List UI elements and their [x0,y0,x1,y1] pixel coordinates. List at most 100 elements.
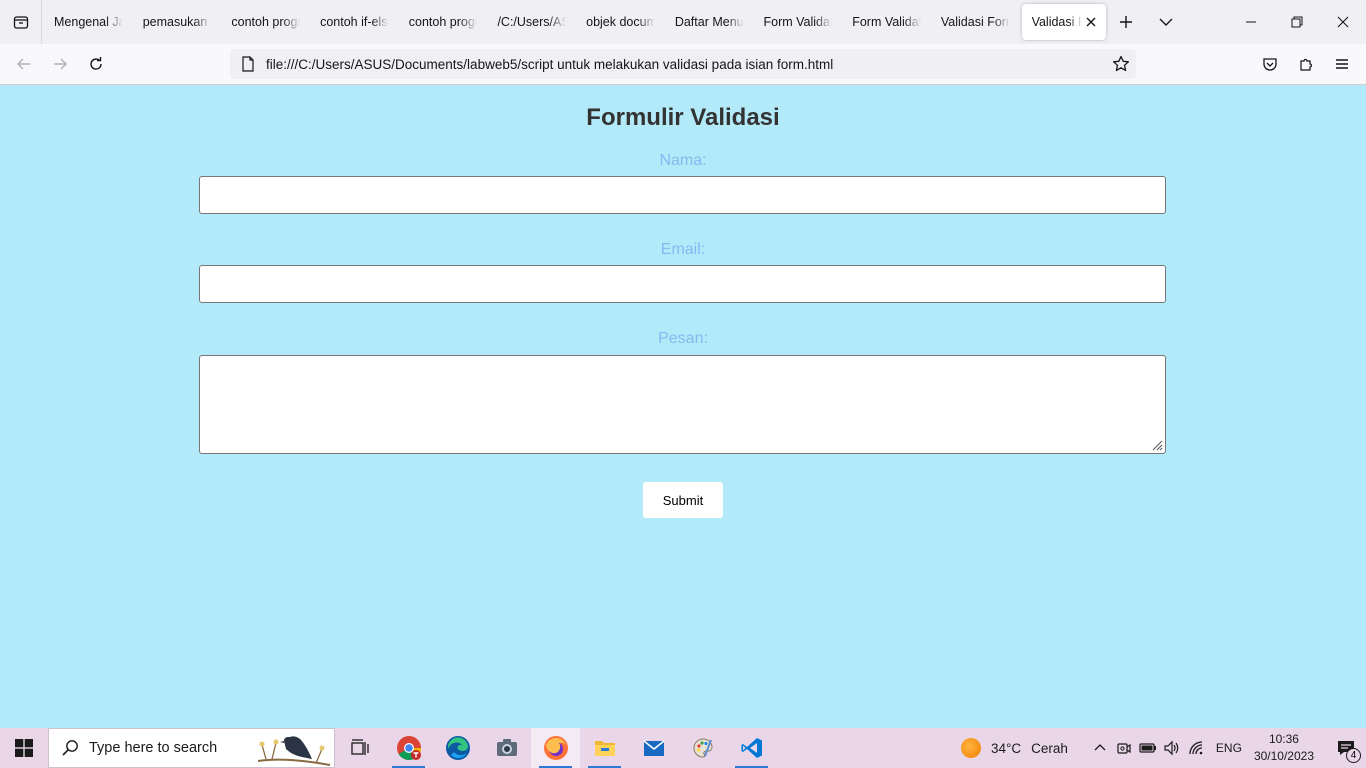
edge-app-button[interactable] [433,728,482,768]
browser-tab[interactable]: Daftar Menu [665,4,754,40]
tab-label: contoh if-else [320,15,389,29]
battery-icon [1139,743,1156,753]
input-language[interactable]: ENG [1216,741,1242,755]
browser-tab[interactable]: Form Validation [754,4,843,40]
browser-tab[interactable]: pemasukan data [133,4,222,40]
browser-tab-active[interactable]: Validasi Form [1021,4,1106,40]
tab-label: pemasukan data [142,15,212,29]
close-icon [1337,16,1349,28]
sun-icon [960,738,981,758]
pocket-button[interactable] [1252,48,1288,80]
hamburger-menu-icon [1336,59,1348,69]
tab-label: Validasi Form [1031,15,1082,29]
extensions-button[interactable] [1288,48,1324,80]
windows-logo-icon [15,739,33,757]
camera-icon [496,739,517,756]
navigation-toolbar: file:///C:/Users/ASUS/Documents/labweb5/… [0,44,1366,85]
tab-overview-icon [13,16,28,29]
tab-list: Mengenal JavaScript pemasukan data conto… [42,0,1106,44]
tab-label: objek document [586,15,655,29]
plus-icon [1119,16,1132,28]
resize-grip-icon[interactable] [1151,439,1163,451]
task-view-button[interactable] [335,728,384,768]
email-label: Email: [660,241,706,258]
firefox-app-button[interactable] [531,728,580,768]
system-tray: 34°C Cerah ENG 10:36 30/10/2023 4 [960,728,1366,768]
browser-tab[interactable]: /C:/Users/ASUS [487,4,576,40]
puzzle-icon [1300,58,1313,71]
windows-taskbar: Type here to search 34°C Cerah ENG 10:36… [0,728,1366,768]
notification-center-button[interactable]: 4 [1326,728,1366,768]
notification-count-badge: 4 [1346,748,1361,763]
nama-label: Nama: [659,152,707,169]
network-button[interactable] [1184,728,1208,768]
vscode-app-button[interactable] [727,728,776,768]
new-tab-button[interactable] [1106,0,1146,44]
chrome-icon [396,736,421,761]
clock[interactable]: 10:36 30/10/2023 [1254,731,1314,765]
mail-app-button[interactable] [629,728,678,768]
speaker-icon [1164,740,1179,756]
paint-app-button[interactable] [678,728,727,768]
tray-meet-button[interactable] [1112,728,1136,768]
tab-label: Validasi Form [940,15,1010,29]
tab-overview-button[interactable] [0,0,42,44]
arrow-left-icon [17,58,30,70]
paint-palette-icon [693,738,712,758]
browser-tab[interactable]: contoh program [399,4,488,40]
camera-app-tray-icon [1117,743,1131,754]
show-hidden-icons-button[interactable] [1088,728,1112,768]
weather-temperature: 34°C [990,740,1022,756]
list-all-tabs-button[interactable] [1146,0,1186,44]
forward-button[interactable] [42,48,78,80]
edge-icon [445,736,470,760]
close-tab-icon[interactable] [1084,15,1098,29]
clock-date: 30/10/2023 [1253,749,1314,763]
menu-button[interactable] [1324,48,1360,80]
browser-tab[interactable]: Mengenal JavaScript [44,4,133,40]
close-window-button[interactable] [1320,0,1366,44]
reload-button[interactable] [78,48,114,80]
browser-tab[interactable]: contoh program [221,4,310,40]
folder-icon [594,741,615,756]
browser-tab[interactable]: Validasi Form [931,4,1020,40]
camera-app-button[interactable] [482,728,531,768]
pesan-label: Pesan: [658,330,708,347]
email-input[interactable] [199,265,1166,303]
battery-button[interactable] [1136,728,1160,768]
reload-icon [90,57,102,70]
page-icon [242,56,254,72]
url-text: file:///C:/Users/ASUS/Documents/labweb5/… [266,56,834,72]
tab-label: contoh program [231,15,301,29]
minimize-icon [1246,21,1256,23]
tab-label: contoh program [408,15,478,29]
tab-label: Form Validation [763,15,833,29]
chevron-down-icon [1159,18,1173,26]
submit-button[interactable]: Submit [643,482,723,518]
chrome-app-button[interactable] [384,728,433,768]
address-bar[interactable]: file:///C:/Users/ASUS/Documents/labweb5/… [230,49,1136,79]
arrow-right-icon [54,58,67,70]
file-explorer-app-button[interactable] [580,728,629,768]
search-placeholder: Type here to search [89,740,218,756]
volume-button[interactable] [1160,728,1184,768]
nama-input[interactable] [199,176,1166,214]
weather-widget[interactable]: 34°C Cerah [960,738,1068,758]
browser-tab[interactable]: objek document [576,4,665,40]
search-highlight-bird-icon [257,736,331,766]
taskbar-search[interactable]: Type here to search [48,728,335,768]
restore-button[interactable] [1274,0,1320,44]
mail-icon [643,740,664,756]
browser-tab[interactable]: contoh if-else [310,4,399,40]
tab-strip: Mengenal JavaScript pemasukan data conto… [0,0,1366,44]
restore-icon [1291,16,1303,28]
clock-time: 10:36 [1268,732,1299,746]
task-view-icon [350,739,369,755]
firefox-icon [543,736,568,760]
start-button[interactable] [0,728,48,768]
back-button[interactable] [6,48,42,80]
pesan-textarea[interactable] [199,355,1166,454]
minimize-button[interactable] [1228,0,1274,44]
browser-tab[interactable]: Form Validation [842,4,931,40]
bookmark-star-icon[interactable] [1112,55,1130,73]
